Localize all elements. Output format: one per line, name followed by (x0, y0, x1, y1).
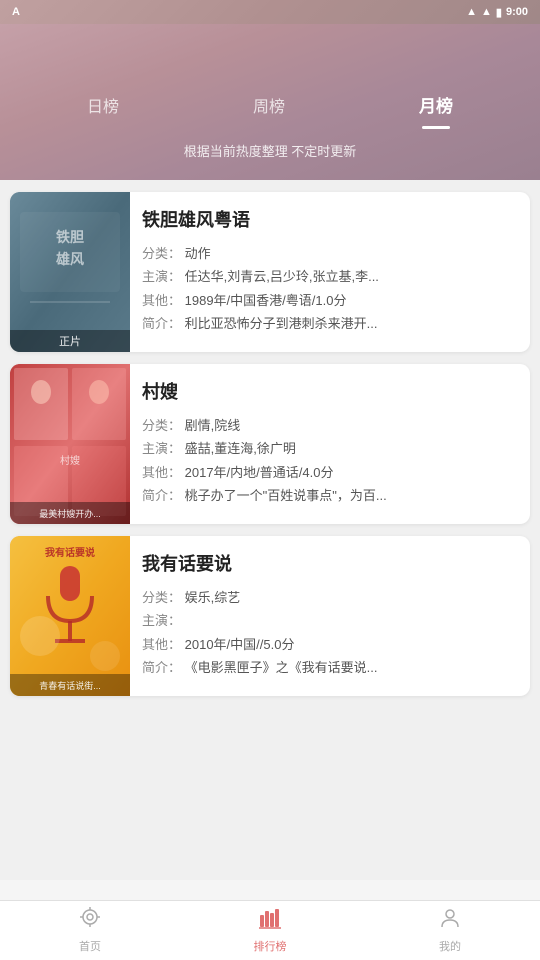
mine-label: 我的 (439, 938, 461, 954)
movie-poster-1: 铁胆 雄风 正片 (10, 192, 130, 352)
other-row-1: 其他： 1989年/中国香港/粤语/1.0分 (142, 289, 518, 312)
svg-text:村嫂: 村嫂 (60, 454, 80, 467)
content-area: 铁胆 雄风 正片 铁胆雄风粤语 分类： 动作 主演： 任达华,刘青云,吕少玲,张… (0, 180, 540, 880)
movie-title-1: 铁胆雄风粤语 (142, 206, 518, 232)
movie-meta-1: 分类： 动作 主演： 任达华,刘青云,吕少玲,张立基,李... 其他： 1989… (142, 242, 518, 336)
time-display: 9:00 (506, 6, 528, 18)
status-bar: A ▲ ▲ ▮ 9:00 (0, 0, 540, 24)
nav-home[interactable]: 首页 (0, 907, 180, 954)
movie-card-2[interactable]: 村嫂 最美村嫂开办... 村嫂 分类： 剧情,院线 主演： 盛喆,董连海,徐广明… (10, 364, 530, 524)
movie-title-3: 我有话要说 (142, 550, 518, 576)
tab-weekly[interactable]: 周榜 (233, 85, 305, 125)
movie-meta-2: 分类： 剧情,院线 主演： 盛喆,董连海,徐广明 其他： 2017年/内地/普通… (142, 414, 518, 508)
ranking-icon (258, 907, 282, 935)
home-label: 首页 (79, 938, 101, 954)
movie-card-1[interactable]: 铁胆 雄风 正片 铁胆雄风粤语 分类： 动作 主演： 任达华,刘青云,吕少玲,张… (10, 192, 530, 352)
tab-monthly[interactable]: 月榜 (399, 84, 473, 125)
movie-info-1: 铁胆雄风粤语 分类： 动作 主演： 任达华,刘青云,吕少玲,张立基,李... 其… (130, 192, 530, 352)
status-icons: ▲ ▲ ▮ 9:00 (466, 6, 528, 19)
svg-text:青春有话说街...: 青春有话说街... (39, 680, 101, 691)
category-row-2: 分类： 剧情,院线 (142, 414, 518, 437)
bottom-nav: 首页 排行榜 我的 (0, 900, 540, 960)
svg-text:雄风: 雄风 (55, 251, 84, 267)
nav-ranking[interactable]: 排行榜 (180, 907, 360, 954)
wifi-icon: ▲ (466, 6, 477, 18)
movie-info-3: 我有话要说 分类： 娱乐,综艺 主演： 其他： 2010年/中国//5.0分 简… (130, 536, 530, 696)
summary-row-3: 简介： 《电影黑匣子》之《我有话要说... (142, 656, 518, 679)
cast-row-2: 主演： 盛喆,董连海,徐广明 (142, 437, 518, 460)
other-row-2: 其他： 2017年/内地/普通话/4.0分 (142, 461, 518, 484)
movie-info-2: 村嫂 分类： 剧情,院线 主演： 盛喆,董连海,徐广明 其他： 2017年/内地… (130, 364, 530, 524)
svg-text:我有话要说: 我有话要说 (45, 546, 95, 559)
user-icon (438, 907, 462, 935)
svg-text:最美村嫂开办...: 最美村嫂开办... (39, 508, 101, 519)
nav-mine[interactable]: 我的 (360, 907, 540, 954)
ranking-label: 排行榜 (254, 938, 287, 954)
tab-bar: 日榜 周榜 月榜 (0, 24, 540, 125)
movie-poster-2: 村嫂 最美村嫂开办... (10, 364, 130, 524)
signal-icon: ▲ (481, 6, 492, 18)
svg-text:铁胆: 铁胆 (56, 229, 84, 245)
app-indicator: A (12, 6, 20, 18)
home-icon (78, 907, 102, 935)
summary-row-2: 简介： 桃子办了一个"百姓说事点"，为百... (142, 484, 518, 507)
svg-text:正片: 正片 (59, 335, 81, 348)
other-row-3: 其他： 2010年/中国//5.0分 (142, 633, 518, 656)
summary-row-1: 简介： 利比亚恐怖分子到港刺杀来港开... (142, 312, 518, 335)
movie-meta-3: 分类： 娱乐,综艺 主演： 其他： 2010年/中国//5.0分 简介： 《电影… (142, 586, 518, 680)
cast-row-3: 主演： (142, 609, 518, 632)
tab-daily[interactable]: 日榜 (67, 85, 139, 125)
subtitle-text: 根据当前热度整理 不定时更新 (0, 125, 540, 180)
movie-poster-3: 我有话要说 青春有话说街... (10, 536, 130, 696)
header: 日榜 周榜 月榜 根据当前热度整理 不定时更新 (0, 24, 540, 180)
category-row-3: 分类： 娱乐,综艺 (142, 586, 518, 609)
movie-card-3[interactable]: 我有话要说 青春有话说街... 我有话要说 分类： 娱乐,综艺 主演： 其他： … (10, 536, 530, 696)
battery-icon: ▮ (496, 6, 502, 19)
movie-title-2: 村嫂 (142, 378, 518, 404)
cast-row-1: 主演： 任达华,刘青云,吕少玲,张立基,李... (142, 265, 518, 288)
category-row-1: 分类： 动作 (142, 242, 518, 265)
